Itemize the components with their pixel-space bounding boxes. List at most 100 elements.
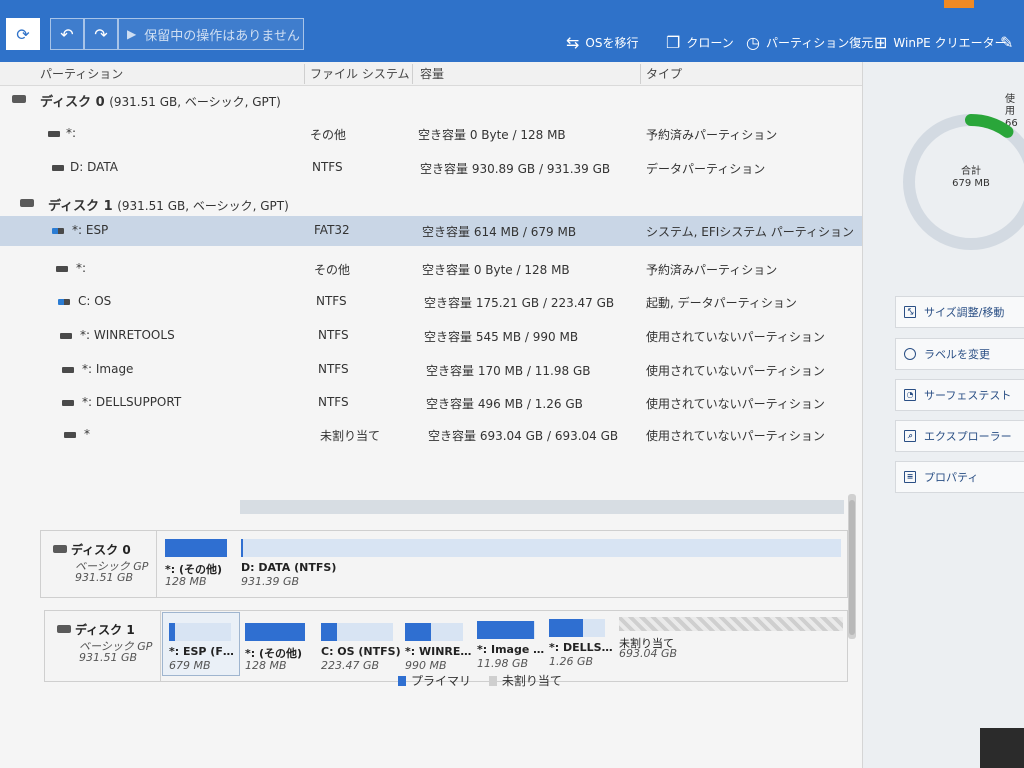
apply-label: 保留中の操作はありません [144,28,300,44]
partition-fs: FAT32 [314,223,350,237]
refresh-button[interactable]: ⟳ [6,18,40,50]
table-row[interactable]: *: その他 空き容量 0 Byte / 128 MB 予約済みパーティション [0,254,862,284]
partition-icon [64,432,76,438]
properties-button[interactable]: ≡ プロパティ [895,461,1024,493]
disk-map-segment[interactable]: *: DELLS… 1.26 GB [549,619,613,671]
table-row[interactable]: *: その他 空き容量 0 Byte / 128 MB 予約済みパーティション [0,119,862,149]
partition-name: *: Image [82,362,134,376]
horizontal-scrollbar[interactable] [240,500,844,514]
apply-button[interactable]: ▶ 保留中の操作はありません [118,18,304,50]
disk-map-segment[interactable]: *: Image … 11.98 GB [477,621,544,673]
column-filesystem[interactable]: ファイル システム [310,65,409,83]
segment-size: 679 MB [169,659,211,672]
partition-icon [52,165,64,171]
undo-icon: ↶ [60,24,74,44]
properties-icon: ≡ [904,471,916,483]
disk-map-segment[interactable]: *: (その他) 128 MB [165,539,231,591]
table-row[interactable]: *: DELLSUPPORT NTFS 空き容量 496 MB / 1.26 G… [0,388,862,418]
segment-size: 693.04 GB [619,647,678,660]
windows-icon: ⊞ [874,32,888,52]
disk-map-segment[interactable]: D: DATA (NTFS) 931.39 GB [241,539,841,591]
disk-meta: (931.51 GB, ベーシック, GPT) [117,199,289,213]
disk-meta: (931.51 GB, ベーシック, GPT) [109,95,281,109]
disk-map-segment[interactable]: C: OS (NTFS) 223.47 GB [321,623,401,675]
partition-name: D: DATA [70,160,119,174]
segment-name: *: WINRE… [405,645,472,658]
partition-name: C: OS [78,294,112,308]
partition-capacity: 空き容量 496 MB / 1.26 GB [426,397,583,411]
desk-edge [980,728,1024,768]
resize-icon: ⤡ [904,306,916,318]
legend-swatch-primary [398,675,406,686]
table-row-selected[interactable]: *: ESP FAT32 空き容量 614 MB / 679 MB システム, … [0,216,862,246]
column-divider[interactable] [412,64,413,84]
disk-map-label[interactable]: ディスク 0 ベーシック GP 931.51 GB [41,531,157,597]
partition-icon [56,266,68,272]
partition-capacity: 空き容量 0 Byte / 128 MB [418,128,566,142]
clone-label: クローン [686,35,734,50]
change-label-label: ラベルを変更 [924,348,990,361]
partition-restore-button[interactable]: ◷ パーティション復元 [746,30,873,54]
resize-move-button[interactable]: ⤡ サイズ調整/移動 [895,296,1024,328]
winpe-creator-button[interactable]: ⊞ WinPE クリエーター [874,30,1007,54]
partition-type: 予約済みパーティション [646,128,778,142]
column-header: パーティション ファイル システム 容量 タイプ [0,62,862,86]
segment-size: 990 MB [405,659,447,672]
column-partition[interactable]: パーティション [40,65,123,83]
tools-button[interactable]: ✎ [1000,30,1019,54]
table-row[interactable]: * 未割り当て 空き容量 693.04 GB / 693.04 GB 使用されて… [0,420,862,450]
partition-type: 使用されていないパーティション [646,330,825,344]
partition-capacity: 空き容量 0 Byte / 128 MB [422,263,570,277]
legend-swatch-unallocated [488,675,497,686]
segment-name: D: DATA (NTFS) [241,561,337,574]
partition-type: システム, EFIシステム パーティション [646,225,855,239]
windows-partition-icon [52,228,64,234]
windows-partition-icon [58,299,70,305]
table-row[interactable]: D: DATA NTFS 空き容量 930.89 GB / 931.39 GB … [0,153,862,183]
disk-row[interactable]: ディスク 0 (931.51 GB, ベーシック, GPT) [0,84,862,114]
hard-disk-icon [20,199,34,207]
legend-primary: プライマリ [398,672,471,689]
column-divider[interactable] [304,64,305,84]
partition-name: * [84,427,90,441]
surface-test-button[interactable]: ◔ サーフェステスト [895,379,1024,411]
clone-button[interactable]: ❐ クローン [666,30,734,54]
partition-capacity: 空き容量 614 MB / 679 MB [422,225,577,239]
partition-fs: NTFS [318,328,349,342]
hard-disk-icon [12,95,26,103]
usage-total-title: 合計 [961,166,981,177]
explorer-button[interactable]: ⌕ エクスプローラー [895,420,1024,452]
disk-name: ディスク 0 (931.51 GB, ベーシック, GPT) [40,91,281,110]
partition-capacity: 空き容量 170 MB / 11.98 GB [426,364,591,378]
table-row[interactable]: *: Image NTFS 空き容量 170 MB / 11.98 GB 使用さ… [0,355,862,385]
disk-map-segment[interactable]: *: (その他) 128 MB [245,623,311,675]
column-divider[interactable] [640,64,641,84]
disk-map-segment[interactable]: *: WINRE… 990 MB [405,623,471,675]
table-row[interactable]: *: WINRETOOLS NTFS 空き容量 545 MB / 990 MB … [0,321,862,351]
resize-move-label: サイズ調整/移動 [924,306,1005,319]
column-capacity[interactable]: 容量 [420,65,444,83]
migrate-os-button[interactable]: ⇆ OSを移行 [566,30,638,54]
table-row[interactable]: C: OS NTFS 空き容量 175.21 GB / 223.47 GB 起動… [0,287,862,317]
legend-primary-label: プライマリ [411,674,472,688]
disk-map-segment-selected[interactable]: *: ESP (F… 679 MB [162,612,240,676]
column-type[interactable]: タイプ [646,65,682,83]
copy-icon: ❐ [666,32,681,52]
partition-fs: その他 [314,263,351,277]
partition-capacity: 空き容量 930.89 GB / 931.39 GB [420,162,611,176]
partition-name: *: WINRETOOLS [80,328,175,342]
partition-icon [48,131,60,137]
undo-button[interactable]: ↶ [50,18,84,50]
disk-map-segment[interactable]: 未割り当て 693.04 GB [619,617,843,669]
change-label-button[interactable]: ラベルを変更 [895,338,1024,370]
redo-button[interactable]: ↷ [84,18,118,50]
segment-size: 128 MB [245,659,287,672]
segment-name: C: OS (NTFS) [321,645,401,658]
partition-name: *: ESP [72,223,109,237]
disk-row[interactable]: ディスク 1 (931.51 GB, ベーシック, GPT) [0,188,862,218]
disk-map-label[interactable]: ディスク 1 ベーシック GP 931.51 GB [45,611,161,681]
swap-icon: ⇆ [566,32,580,52]
partition-icon [62,400,74,406]
vertical-scrollbar-thumb[interactable] [849,500,855,635]
partition-type: 使用されていないパーティション [646,397,825,411]
